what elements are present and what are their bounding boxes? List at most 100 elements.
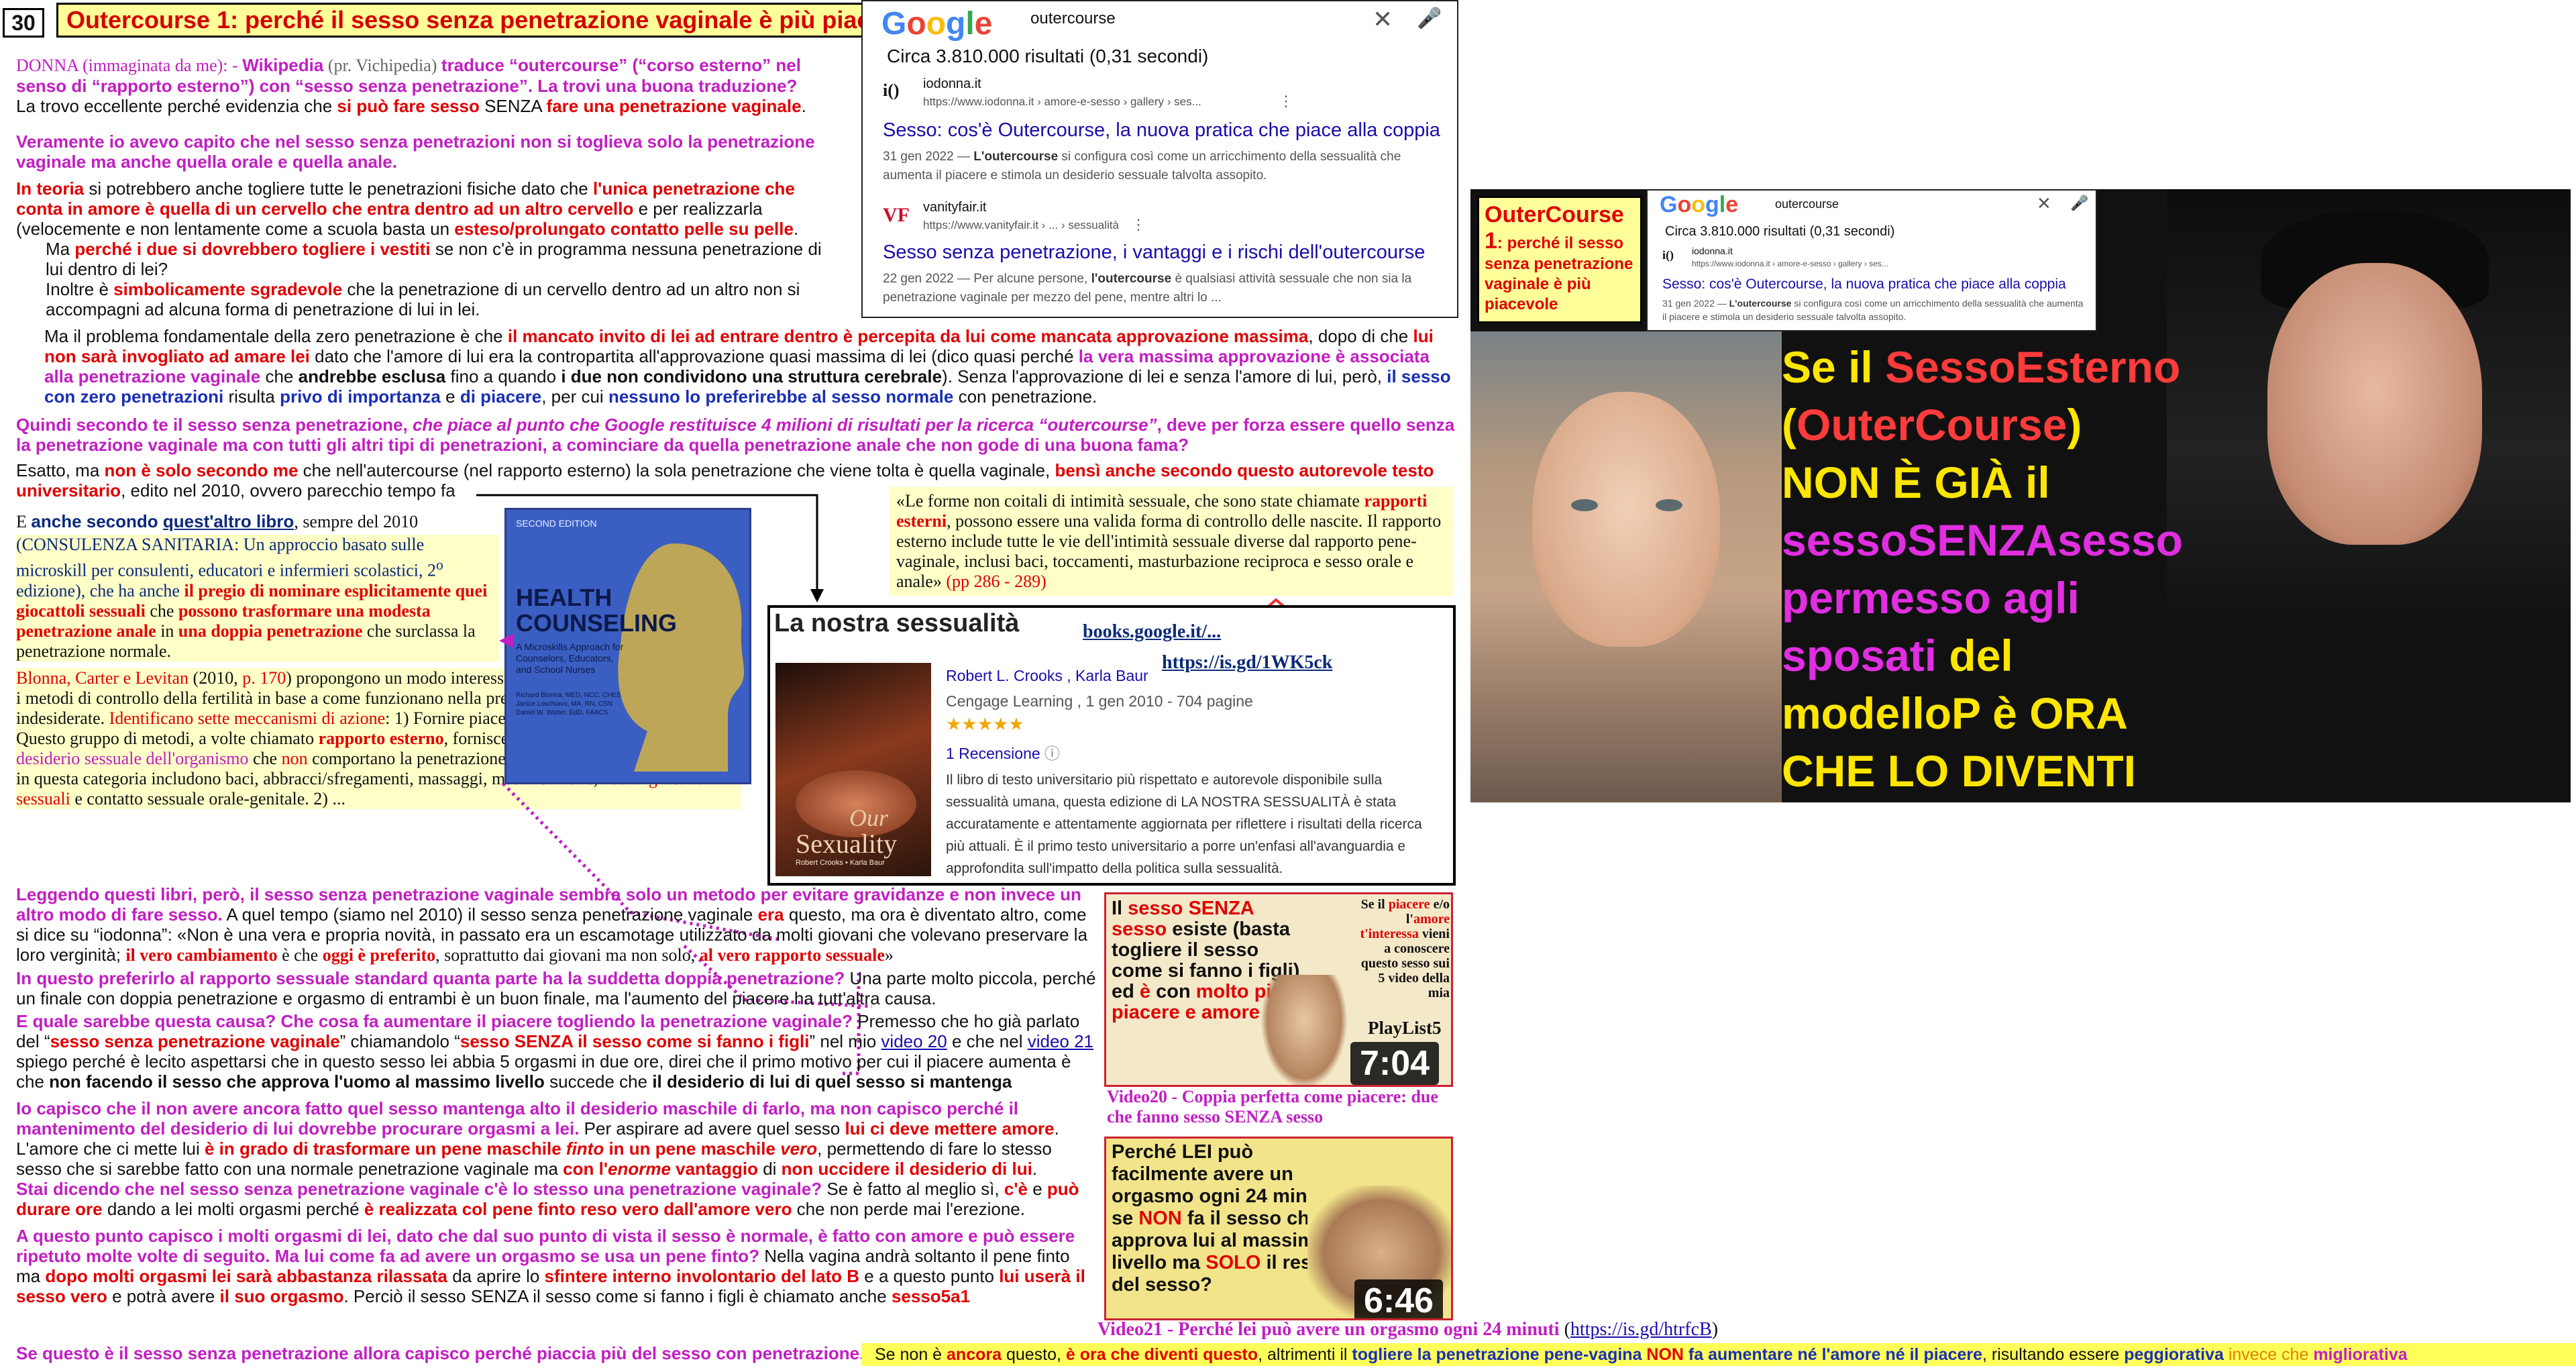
text-run: e contatto sessuale orale-genitale. 2) .… [70, 788, 345, 808]
text-run: L'outercourse [1729, 298, 1792, 309]
text-run: anche secondo [31, 511, 163, 531]
text-run: con l' [563, 1159, 608, 1179]
text-run: permesso agli [1782, 573, 2080, 623]
book-title: HEALTH COUNSELING [516, 584, 678, 637]
book-authors[interactable]: Robert L. Crooks , Karla Baur [946, 667, 1148, 685]
text-run: l'outercourse [1091, 272, 1172, 286]
book-result-box: La nostra sessualità books.google.it/...… [767, 605, 1456, 886]
video20-link[interactable]: video 20 [881, 1031, 947, 1051]
text-run: Blonna, Carter e Levitan [16, 668, 189, 688]
text-run: , altrimenti il [1258, 1345, 1352, 1364]
text-run: piacere [1388, 897, 1430, 912]
text-run: ) [1711, 1319, 1719, 1340]
star-rating-icon: ★★★★★ [946, 714, 1024, 734]
paragraph-12: E quale sarebbe questa causa? Che cosa f… [16, 1011, 1096, 1092]
video21-link[interactable]: video 21 [1028, 1031, 1093, 1051]
short-link[interactable]: https://is.gd/1WK5ck [1162, 652, 1332, 674]
text-run: OuterCourse [1796, 400, 2068, 450]
result2-title-link[interactable]: Sesso senza penetrazione, i vantaggi e i… [883, 242, 1425, 264]
playlist-label: PlayList5 [1368, 1018, 1442, 1038]
paragraph-14: Stai dicendo che nel sesso senza penetra… [16, 1179, 1096, 1219]
text-run: Ma il problema fondamentale della zero p… [44, 326, 508, 346]
close-icon[interactable]: ✕ [1373, 5, 1393, 34]
text-run: ancora [947, 1345, 1002, 1364]
text-run: Se è fatto al meglio sì, [822, 1179, 1004, 1199]
text-run: con [1150, 981, 1196, 1002]
book-publisher: Cengage Learning , 1 gen 2010 - 704 pagi… [946, 692, 1253, 710]
text-run: nessuno lo preferirebbe al sesso normale [608, 386, 954, 407]
result1-title-link[interactable]: Sesso: cos'è Outercourse, la nuova prati… [883, 119, 1440, 142]
video21-title-link[interactable]: Video21 - Perché lei può avere un orgasm… [1097, 1319, 1560, 1340]
text-run: e che nel [947, 1031, 1028, 1051]
text-run: t'interessa [1360, 927, 1419, 941]
text-run: lui ci deve mettere amore [845, 1118, 1055, 1139]
text-run: sessoSENZAsesso [1782, 515, 2183, 565]
text-run: E quale sarebbe questa causa? Che cosa f… [16, 1011, 853, 1031]
arrow-left-icon [499, 633, 514, 648]
text-run: NON [1138, 1208, 1182, 1229]
text-run: perché i due si dovrebbero togliere i ve… [74, 239, 431, 259]
more-options-icon[interactable]: ⋮ [1131, 216, 1146, 233]
result2-site: vanityfair.it [923, 200, 987, 215]
result1-date: 31 gen 2022 — [1662, 298, 1729, 309]
face [2267, 263, 2482, 545]
text-run: invece che [2223, 1345, 2314, 1364]
text-run: esteso/prolungato contatto pelle su pell… [454, 219, 794, 239]
paragraph-5: Ma perché i due si dovrebbero togliere i… [16, 239, 841, 279]
text-run: Stai dicendo che nel sesso senza penetra… [16, 1179, 822, 1199]
text-run: » [884, 945, 894, 965]
text-run: Per aspirare ad avere quel sesso [579, 1118, 845, 1139]
text-run: al vero rapporto sessuale [699, 945, 885, 965]
slide-preview[interactable]: OuterCourse 1: perché il sesso senza pen… [1470, 189, 2571, 802]
text-run: non [281, 748, 308, 768]
text-run: questo, [1002, 1345, 1066, 1364]
text-run: è ora che diventi questo [1065, 1345, 1258, 1364]
paragraph-8: Quindi secondo te il sesso senza penetra… [16, 415, 1458, 455]
text-run: o [435, 557, 443, 573]
wikipedia-link[interactable]: Wikipedia [242, 55, 323, 75]
result1-url: https://www.iodonna.it › amore-e-sesso ›… [1692, 259, 1888, 268]
slide-headline: Se il SessoEsterno (OuterCourse) NON È G… [1782, 338, 2211, 800]
text-run: In questo preferirlo al rapporto sessual… [16, 968, 845, 988]
text-run: non facendo il sesso che approva l'uomo … [49, 1071, 545, 1092]
eye [1571, 499, 1598, 511]
text-run: dato che l'amore di lui era la contropar… [309, 346, 1079, 366]
result2-url[interactable]: https://www.vanityfair.it › ... › sessua… [923, 219, 1119, 232]
text-run: succede che [544, 1071, 653, 1092]
result2-snippet: 22 gen 2022 — Per alcune persone, l'oute… [883, 270, 1440, 307]
video20-caption[interactable]: Video20 - Coppia perfetta come piacere: … [1107, 1087, 1456, 1127]
health-description: (CONSULENZA SANITARIA: Un approccio basa… [16, 535, 499, 662]
more-options-icon[interactable]: ⋮ [1279, 93, 1293, 110]
text-run: e a questo punto [859, 1266, 1000, 1286]
text-run: finto [566, 1139, 604, 1159]
page-reference: (pp 286 - 289) [946, 572, 1046, 591]
text-run: , risultando essere [1982, 1345, 2125, 1364]
eye [1656, 499, 1682, 511]
paragraph-11: In questo preferirlo al rapporto sessual… [16, 968, 1096, 1008]
video20-thumbnail[interactable]: Il sesso SENZA sesso esiste (basta togli… [1104, 892, 1453, 1087]
microphone-icon[interactable]: 🎤 [1417, 7, 1442, 30]
face [1532, 392, 1720, 647]
video21-thumbnail[interactable]: Perché LEI può facilmente avere un orgas… [1104, 1137, 1453, 1320]
text-run: i due non condividono una struttura cere… [561, 366, 943, 386]
video21-short-link[interactable]: https://is.gd/htrfcB [1570, 1319, 1712, 1340]
text-run: e [440, 386, 460, 407]
google-books-link[interactable]: books.google.it/... [1083, 621, 1221, 643]
text-run: enorme [608, 1159, 671, 1179]
search-input[interactable]: outercourse [1030, 9, 1116, 28]
text-run: simbolicamente sgradevole [113, 279, 343, 299]
closing-question: Se questo è il sesso senza penetrazione … [16, 1343, 865, 1363]
text-run: sesso senza penetrazione vaginale [50, 1031, 340, 1051]
text-run: il desiderio di lui di quel sesso si man… [652, 1071, 1012, 1092]
iodonna-favicon-icon: i() [1662, 248, 1674, 262]
text-run: . [793, 219, 799, 239]
reviews-link[interactable]: 1 Recensione ⓘ [946, 741, 1060, 764]
result1-url[interactable]: https://www.iodonna.it › amore-e-sesso ›… [923, 95, 1201, 109]
text-run: è realizzata col pene finto reso vero da… [364, 1199, 792, 1219]
intro-text: DONNA (immaginata da me): - Wikipedia (p… [16, 55, 855, 116]
paragraph-2: La trovo eccellente perché evidenzia che… [16, 96, 855, 116]
bottom-strip: Se non è ancora questo, è ora che divent… [861, 1343, 2576, 1366]
health-counseling-book-cover[interactable]: SECOND EDITION HEALTH COUNSELING A Micro… [504, 508, 751, 784]
health-book-link[interactable]: quest'altro libro [163, 511, 294, 531]
book-cover-image[interactable]: Our Sexuality Robert Crooks • Karla Baur [775, 663, 931, 876]
